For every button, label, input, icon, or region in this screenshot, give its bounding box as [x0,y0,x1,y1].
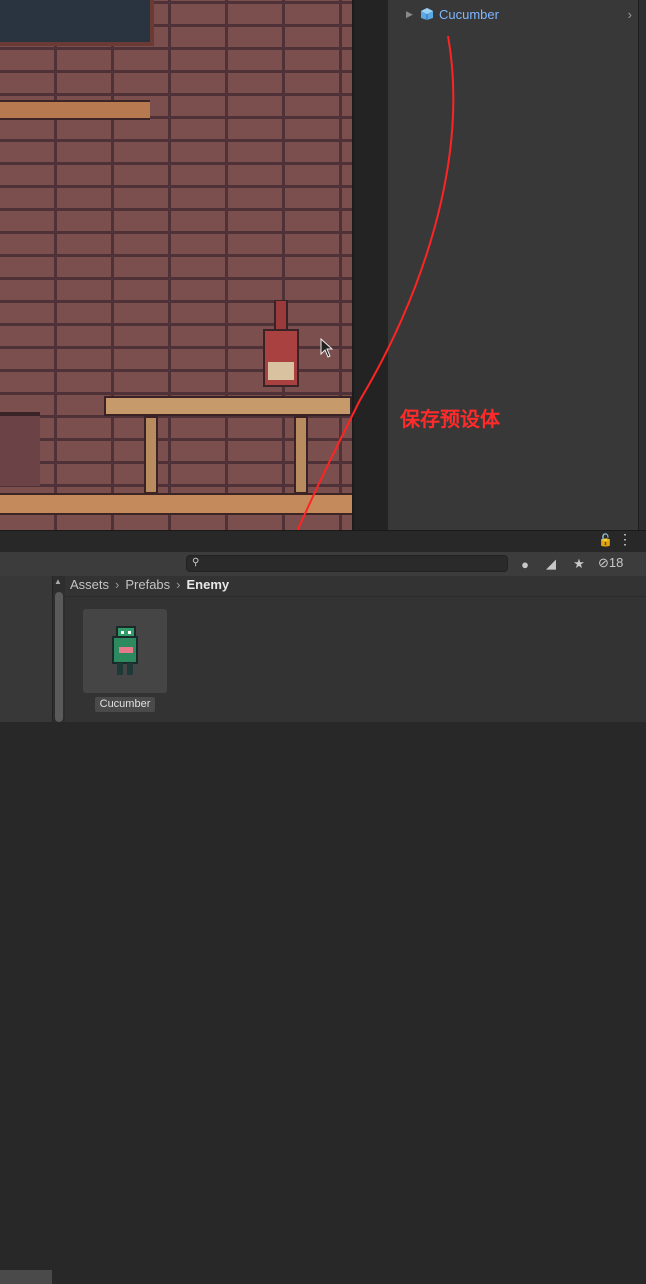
hierarchy-item-cucumber[interactable]: ▶ Cucumber › [388,4,638,24]
breadcrumb-assets[interactable]: Assets [70,577,109,592]
label-filter-icon[interactable]: ◢ [540,554,562,574]
search-input[interactable]: ⚲ [186,555,508,572]
chevron-right-icon[interactable]: › [628,7,632,22]
breadcrumb: Assets › Prefabs › Enemy [70,577,229,592]
panel-gap [354,0,388,530]
hidden-count: 18 [608,555,624,570]
lock-icon[interactable]: 🔓 [598,533,613,547]
prefab-cube-icon [421,8,433,20]
star-icon[interactable]: ★ [568,554,590,574]
breadcrumb-divider [65,596,646,597]
inspector-edge [638,0,646,530]
hidden-packages-toggle[interactable]: ⊘18 [598,555,623,571]
table-leg-right [294,416,308,494]
scene-window [0,0,154,46]
mouse-cursor-icon [320,338,334,358]
breadcrumb-separator-icon: › [176,577,181,592]
breadcrumb-prefabs[interactable]: Prefabs [125,577,170,592]
project-tab-bar [0,530,646,553]
tree-scrollbar-thumb[interactable] [55,592,63,722]
eye-slash-icon: ⊘ [598,555,609,570]
table-top [104,396,352,416]
bottle-sprite [263,300,299,387]
hierarchy-panel: ▶ Cucumber › [388,0,638,530]
asset-tile-cucumber[interactable] [83,609,167,693]
scene-left-furniture [0,412,40,486]
breadcrumb-enemy[interactable]: Enemy [187,577,230,592]
floor-trim [0,493,352,515]
more-vert-icon[interactable]: ⋮ [618,531,632,548]
cucumber-sprite-icon [112,626,138,675]
table-leg-left [144,416,158,494]
type-filter-icon[interactable]: ● [514,554,536,574]
search-icon: ⚲ [192,557,200,568]
hierarchy-item-label: Cucumber [439,6,499,22]
expand-arrow-icon[interactable]: ▶ [406,9,420,20]
scene-view[interactable] [0,0,352,530]
annotation-text: 保存预设体 [400,409,500,431]
asset-label[interactable]: Cucumber [95,697,155,712]
scene-shelf [0,100,150,120]
selected-folder-row[interactable] [0,1270,52,1284]
scroll-up-icon[interactable]: ▲ [54,577,62,586]
project-folder-tree[interactable] [0,576,53,1284]
breadcrumb-separator-icon: › [115,577,120,592]
